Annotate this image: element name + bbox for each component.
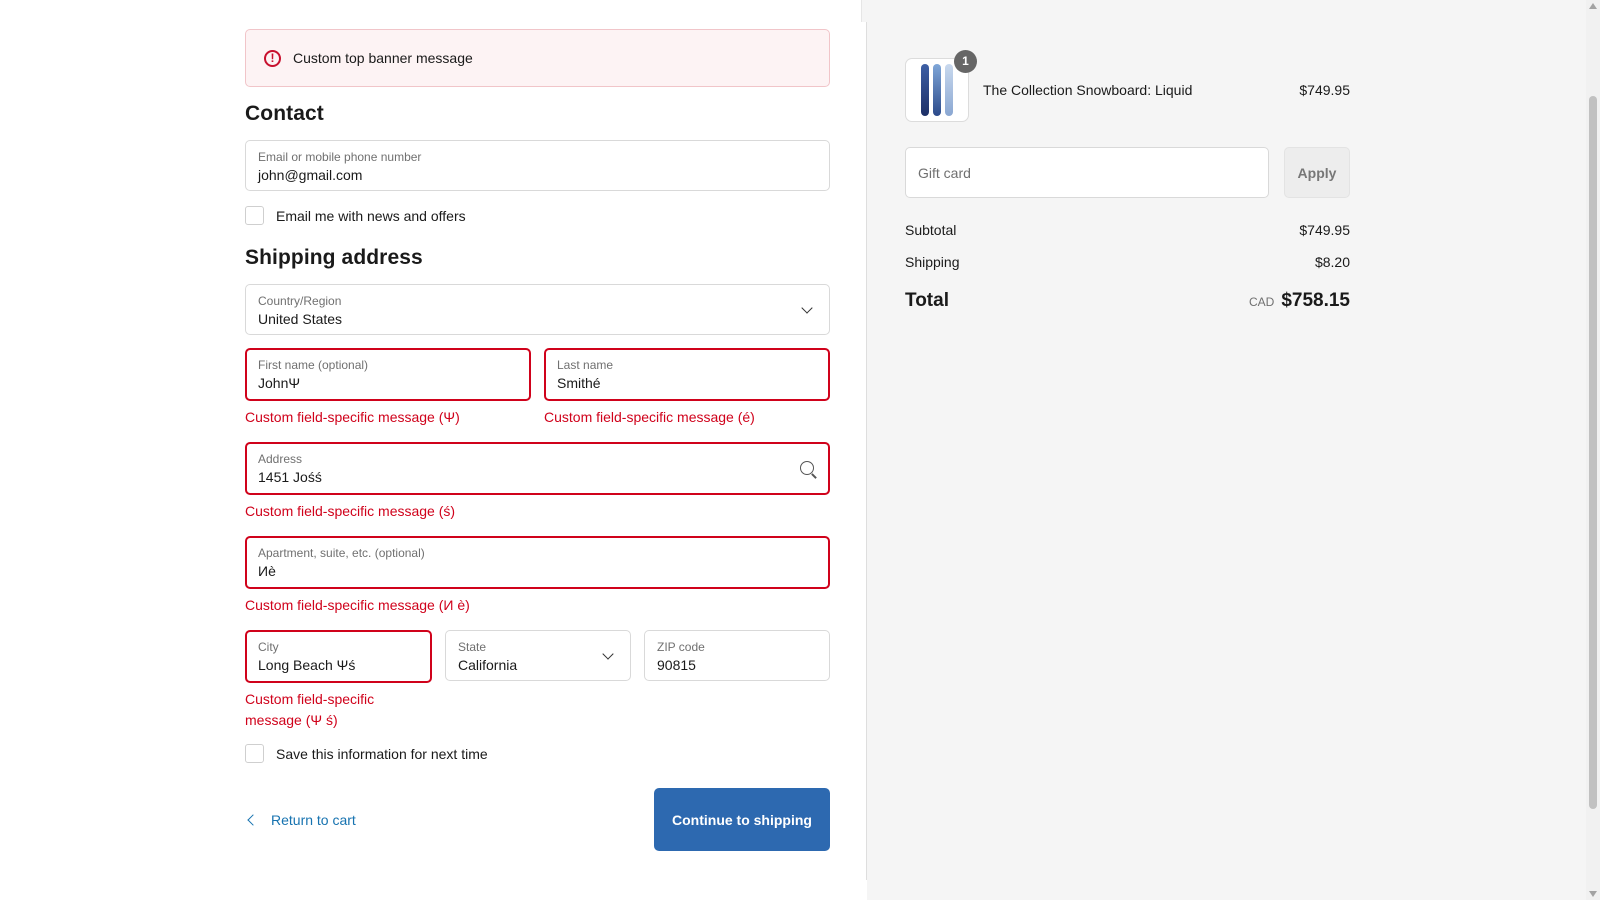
search-icon[interactable] [800, 461, 814, 475]
city-state-zip-row: City Long Beach Ψś Custom field-specific… [245, 630, 830, 731]
apply-button[interactable]: Apply [1284, 147, 1350, 198]
email-field[interactable]: Email or mobile phone number john@gmail.… [245, 140, 830, 191]
shipping-value: $8.20 [1314, 254, 1350, 270]
zip-value: 90815 [657, 657, 696, 673]
country-select-value: United States [258, 311, 343, 327]
total-value-group: CAD $758.15 [1249, 290, 1350, 312]
state-label: State [458, 640, 487, 654]
gift-card-row: Gift card Apply [905, 147, 1350, 198]
first-name-value: JohnΨ [258, 375, 301, 391]
scroll-up-arrow-icon[interactable] [1589, 3, 1597, 9]
last-name-error: Custom field-specific message (é) [544, 409, 755, 425]
total-label: Total [905, 290, 949, 311]
snowboard-image-2 [933, 64, 941, 116]
news-checkbox[interactable] [245, 206, 264, 225]
snowboard-image-3 [945, 64, 953, 116]
state-group: State California [445, 630, 631, 731]
apartment-field[interactable]: Apartment, suite, etc. (optional) Иè [245, 536, 830, 589]
product-thumbnail: 1 [905, 50, 977, 122]
chevron-left-icon [247, 813, 259, 826]
apartment-value: Иè [258, 563, 276, 579]
email-field-value: john@gmail.com [258, 167, 363, 183]
city-label: City [258, 640, 279, 654]
state-value: California [458, 657, 518, 673]
last-name-value: Smithé [557, 375, 601, 391]
contact-heading: Contact [245, 102, 324, 125]
first-name-field[interactable]: First name (optional) JohnΨ [245, 348, 531, 401]
total-currency: CAD [1248, 295, 1275, 309]
subtotal-value: $749.95 [1299, 222, 1350, 238]
save-info-checkbox[interactable] [245, 744, 264, 763]
page-scrollbar[interactable] [1586, 0, 1600, 900]
news-checkbox-row[interactable]: Email me with news and offers [245, 206, 830, 225]
snowboard-image [921, 64, 929, 116]
city-group: City Long Beach Ψś Custom field-specific… [245, 630, 432, 731]
email-field-label: Email or mobile phone number [258, 150, 422, 164]
form-actions: Return to cart Continue to shipping [245, 788, 830, 851]
alert-circle-icon: ! [264, 49, 281, 67]
total-row: Total CAD $758.15 [905, 290, 1350, 312]
city-error: Custom field-specific message (Ψ ś) [245, 689, 432, 731]
news-checkbox-label: Email me with news and offers [276, 207, 466, 224]
last-name-label: Last name [557, 358, 614, 372]
zip-field[interactable]: ZIP code 90815 [644, 630, 830, 681]
pane-divider [866, 22, 867, 880]
product-price: $749.95 [1299, 82, 1350, 98]
zip-label: ZIP code [657, 640, 705, 654]
apartment-error: Custom field-specific message (И è) [245, 597, 470, 613]
first-name-label: First name (optional) [258, 358, 369, 372]
city-error-line1: Custom field-specific [245, 691, 375, 707]
zip-group: ZIP code 90815 [644, 630, 830, 731]
country-select-label: Country/Region [258, 294, 342, 308]
city-value: Long Beach Ψś [258, 657, 356, 673]
scroll-down-arrow-icon[interactable] [1589, 891, 1597, 897]
last-name-field[interactable]: Last name Smithé [544, 348, 830, 401]
subtotal-label: Subtotal [905, 222, 957, 238]
address-field[interactable]: Address 1451 Jośś [245, 442, 830, 495]
first-name-error: Custom field-specific message (Ψ) [245, 409, 460, 425]
save-info-label: Save this information for next time [276, 745, 488, 762]
total-value: $758.15 [1281, 290, 1350, 311]
name-row: First name (optional) JohnΨ Custom field… [245, 348, 830, 428]
city-error-line2: message (Ψ ś) [245, 712, 338, 728]
state-select[interactable]: State California [445, 630, 631, 681]
city-field[interactable]: City Long Beach Ψś [245, 630, 432, 683]
continue-to-shipping-button[interactable]: Continue to shipping [654, 788, 830, 851]
first-name-group: First name (optional) JohnΨ Custom field… [245, 348, 531, 428]
save-info-row[interactable]: Save this information for next time [245, 744, 830, 763]
shipping-heading: Shipping address [245, 246, 423, 269]
apartment-label: Apartment, suite, etc. (optional) [258, 546, 425, 560]
shipping-row: Shipping $8.20 [905, 254, 1350, 270]
address-value: 1451 Jośś [258, 469, 322, 485]
address-error: Custom field-specific message (ś) [245, 503, 456, 519]
shipping-label: Shipping [905, 254, 960, 270]
subtotal-row: Subtotal $749.95 [905, 222, 1350, 238]
product-name: The Collection Snowboard: Liquid [983, 82, 1193, 98]
return-to-cart-label: Return to cart [271, 811, 356, 828]
checkout-form: ! Custom top banner message Contact Emai… [245, 29, 830, 851]
gift-card-input[interactable]: Gift card [905, 147, 1269, 198]
banner-message: Custom top banner message [293, 50, 473, 66]
last-name-group: Last name Smithé Custom field-specific m… [544, 348, 830, 428]
return-to-cart-link[interactable]: Return to cart [245, 812, 356, 828]
address-group: Address 1451 Jośś Custom field-specific … [245, 442, 830, 522]
order-summary: 1 The Collection Snowboard: Liquid $749.… [905, 50, 1350, 312]
scrollbar-thumb[interactable] [1589, 96, 1597, 809]
address-label: Address [258, 452, 303, 466]
cost-breakdown: Subtotal $749.95 Shipping $8.20 [905, 222, 1350, 270]
error-banner: ! Custom top banner message [245, 29, 830, 87]
line-item: 1 The Collection Snowboard: Liquid $749.… [905, 50, 1350, 122]
apartment-group: Apartment, suite, etc. (optional) Иè Cus… [245, 536, 830, 616]
quantity-badge: 1 [954, 50, 977, 73]
country-select[interactable]: Country/Region United States [245, 284, 830, 335]
